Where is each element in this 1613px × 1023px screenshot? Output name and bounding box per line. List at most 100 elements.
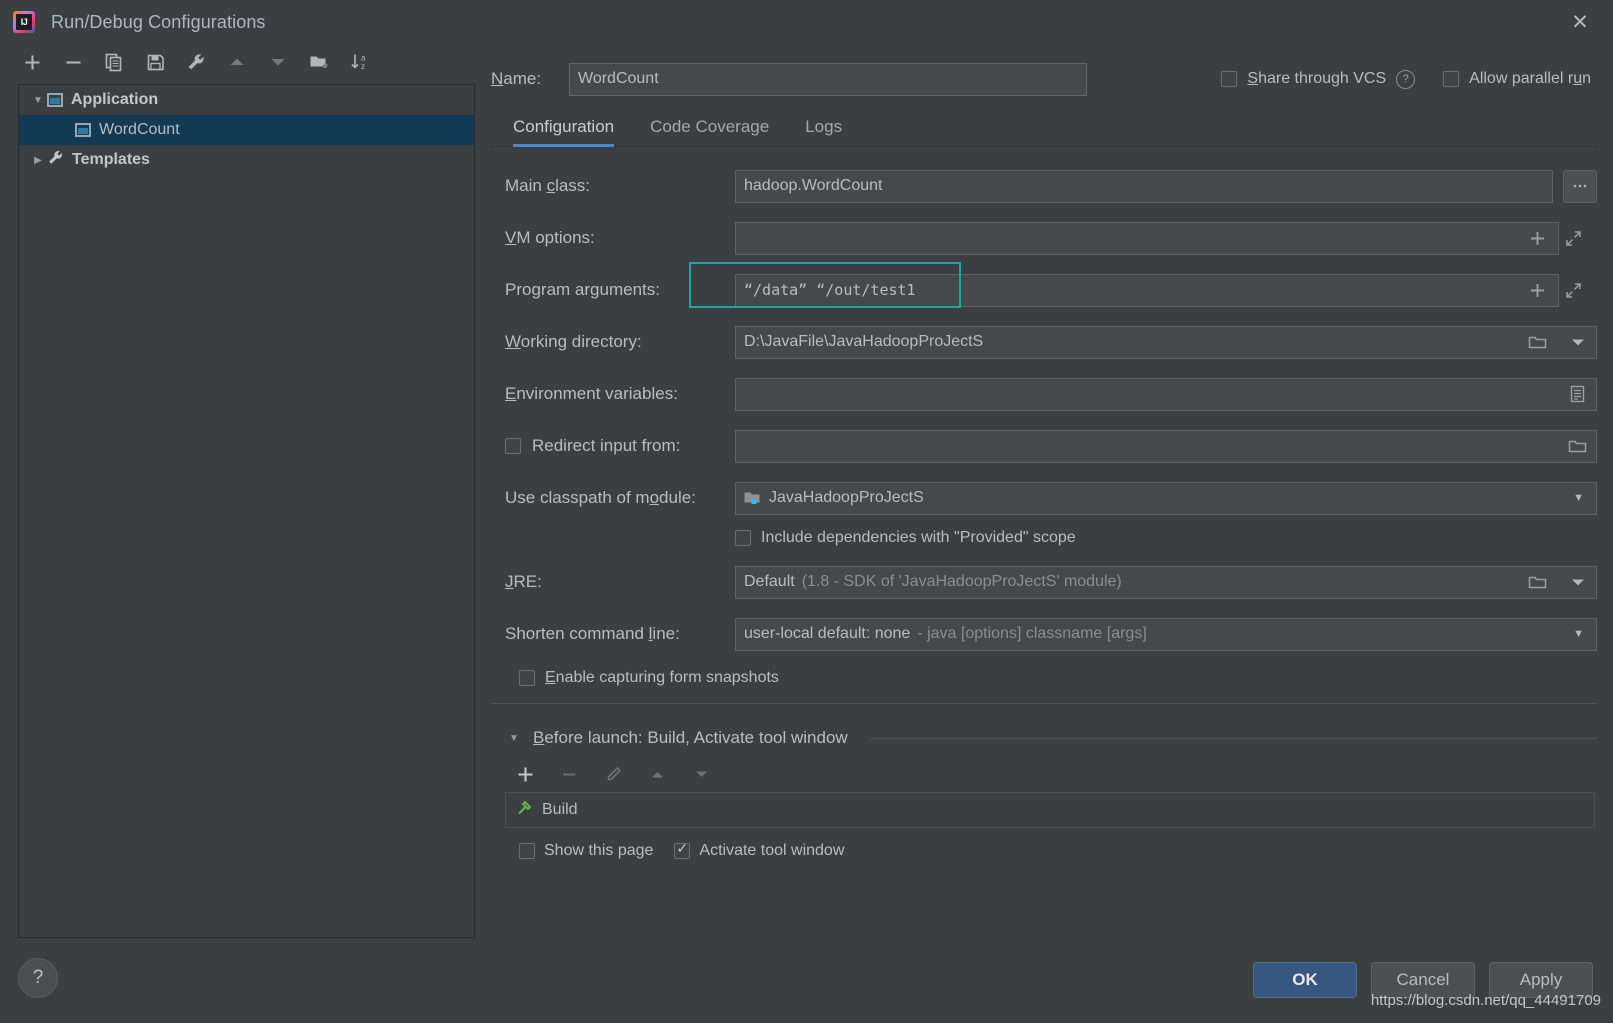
environment-variables-edit-icon[interactable] [1561, 378, 1593, 411]
name-input[interactable] [569, 62, 1087, 96]
environment-variables-label: Environment variables: [505, 384, 678, 403]
configurations-tree[interactable]: ▼ Application WordCount ▶ Templates [18, 84, 475, 938]
before-launch-task-list[interactable]: Build [505, 792, 1595, 828]
sort-configurations-button[interactable]: a z [348, 50, 372, 74]
environment-variables-input[interactable] [735, 377, 1597, 411]
vm-options-input[interactable] [735, 221, 1559, 255]
jre-value-detail: (1.8 - SDK of 'JavaHadoopProJectS' modul… [801, 573, 1122, 590]
add-configuration-button[interactable] [20, 50, 44, 74]
jre-row: JRE: Default (1.8 - SDK of 'JavaHadoopPr… [505, 565, 1597, 599]
configuration-form: Main class: hadoop.WordCount VM options: [491, 147, 1597, 704]
before-launch-options: Show this page Activate tool window [519, 840, 1597, 860]
vm-options-add-macro-icon[interactable] [1521, 222, 1553, 255]
jre-value: Default [744, 573, 795, 590]
redirect-input-field[interactable] [735, 429, 1597, 463]
help-button[interactable]: ? [18, 958, 58, 998]
copy-configuration-button[interactable] [102, 50, 126, 74]
working-directory-label: Working directory: [505, 332, 642, 351]
shorten-command-line-row: Shorten command line: user-local default… [505, 617, 1597, 651]
main-class-row: Main class: hadoop.WordCount [505, 169, 1597, 203]
before-launch-edit-pencil-icon[interactable] [601, 762, 625, 786]
dialog-body: a z ▼ Application WordCount ▶ Templates … [0, 44, 1613, 1023]
include-provided-row: Include dependencies with "Provided" sco… [735, 529, 1597, 547]
enable-form-snapshots-checkbox[interactable] [519, 670, 535, 686]
move-up-button[interactable] [225, 50, 249, 74]
working-directory-folder-icon[interactable] [1521, 326, 1553, 359]
tree-item-wordcount[interactable]: WordCount [19, 115, 474, 145]
redirect-input-folder-icon[interactable] [1561, 430, 1593, 463]
program-arguments-input[interactable]: “/data” “/out/test1 [735, 273, 1559, 307]
jre-folder-icon[interactable] [1521, 566, 1553, 599]
ok-button[interactable]: OK [1253, 962, 1357, 998]
move-down-button[interactable] [266, 50, 290, 74]
before-launch-remove-button[interactable] [557, 762, 581, 786]
tab-configuration[interactable]: Configuration [513, 117, 615, 147]
allow-parallel-run-label[interactable]: Allow parallel run [1469, 70, 1591, 88]
application-icon [75, 123, 91, 137]
tree-item-application[interactable]: ▼ Application [19, 85, 474, 115]
activate-tool-window-label[interactable]: Activate tool window [699, 842, 844, 860]
jre-label: JRE: [505, 572, 542, 591]
before-launch-move-down-button[interactable] [689, 762, 713, 786]
enable-form-snapshots-label[interactable]: Enable capturing form snapshots [545, 669, 779, 687]
share-vcs-help-icon[interactable]: ? [1396, 69, 1416, 89]
before-launch-add-button[interactable] [513, 762, 537, 786]
share-through-vcs-checkbox[interactable] [1221, 71, 1238, 87]
tree-item-templates[interactable]: ▶ Templates [19, 145, 474, 175]
tab-logs[interactable]: Logs [805, 117, 842, 146]
before-launch-section: ▼ Before launch: Build, Activate tool wi… [491, 704, 1597, 860]
close-icon[interactable]: ✕ [1563, 6, 1597, 38]
application-icon [47, 93, 63, 107]
save-configuration-button[interactable] [143, 50, 167, 74]
chevron-down-icon[interactable]: ▼ [1565, 492, 1592, 504]
expand-arrow-down-icon[interactable]: ▼ [29, 91, 47, 109]
edit-templates-wrench-icon[interactable] [184, 50, 208, 74]
redirect-input-label[interactable]: Redirect input from: [532, 436, 680, 456]
activate-tool-window-checkbox[interactable] [674, 840, 691, 859]
before-launch-collapse-icon[interactable]: ▼ [505, 729, 523, 747]
before-launch-move-up-button[interactable] [645, 762, 669, 786]
working-directory-row: Working directory: D:\JavaFile\JavaHadoo… [505, 325, 1597, 359]
before-launch-header: ▼ Before launch: Build, Activate tool wi… [505, 728, 1597, 748]
remove-configuration-button[interactable] [61, 50, 85, 74]
configurations-left-panel: a z ▼ Application WordCount ▶ Templates … [0, 44, 475, 1023]
expand-arrow-right-icon[interactable]: ▶ [29, 151, 47, 169]
title-bar: Run/Debug Configurations ✕ [0, 0, 1613, 44]
include-provided-checkbox[interactable] [735, 530, 751, 546]
cancel-button[interactable]: Cancel [1371, 962, 1475, 998]
apply-button[interactable]: Apply [1489, 962, 1593, 998]
working-directory-input[interactable]: D:\JavaFile\JavaHadoopProJectS [735, 325, 1559, 359]
allow-parallel-run-checkbox[interactable] [1443, 71, 1460, 87]
redirect-input-checkbox[interactable] [505, 438, 521, 454]
shorten-command-line-select[interactable]: user-local default: none - java [options… [735, 617, 1597, 651]
redirect-input-label-group: Redirect input from: [505, 436, 735, 456]
redirect-input-row: Redirect input from: [505, 429, 1597, 463]
show-this-page-label[interactable]: Show this page [544, 842, 653, 860]
environment-variables-row: Environment variables: [505, 377, 1597, 411]
share-through-vcs-label[interactable]: Share through VCS [1247, 70, 1386, 88]
name-label: Name: [491, 69, 542, 88]
intellij-idea-logo-icon [13, 11, 35, 33]
jre-dropdown-button[interactable] [1559, 565, 1597, 599]
tab-code-coverage[interactable]: Code Coverage [650, 117, 769, 146]
use-classpath-module-select[interactable]: JavaHadoopProJectS ▼ [735, 481, 1597, 515]
tree-item-label: WordCount [99, 121, 180, 138]
name-row: Name: Share through VCS ? Allow parallel… [491, 44, 1597, 100]
before-launch-task-label: Build [542, 801, 578, 818]
configurations-toolbar: a z [18, 44, 475, 80]
before-launch-toolbar [505, 756, 1597, 792]
jre-input[interactable]: Default (1.8 - SDK of 'JavaHadoopProJect… [735, 565, 1559, 599]
vm-options-label: VM options: [505, 228, 595, 247]
show-this-page-checkbox[interactable] [519, 843, 535, 859]
main-class-browse-button[interactable] [1563, 169, 1597, 203]
program-arguments-expand-icon[interactable] [1557, 274, 1589, 307]
include-provided-label[interactable]: Include dependencies with "Provided" sco… [761, 529, 1076, 547]
vm-options-expand-icon[interactable] [1557, 222, 1589, 255]
main-class-input[interactable]: hadoop.WordCount [735, 169, 1553, 203]
shorten-command-line-label: Shorten command line: [505, 624, 680, 643]
use-classpath-module-row: Use classpath of module: JavaHadoopProJe… [505, 481, 1597, 515]
working-directory-dropdown-button[interactable] [1559, 325, 1597, 359]
chevron-down-icon[interactable]: ▼ [1565, 628, 1592, 640]
new-folder-button[interactable] [307, 50, 331, 74]
program-arguments-add-macro-icon[interactable] [1521, 274, 1553, 307]
